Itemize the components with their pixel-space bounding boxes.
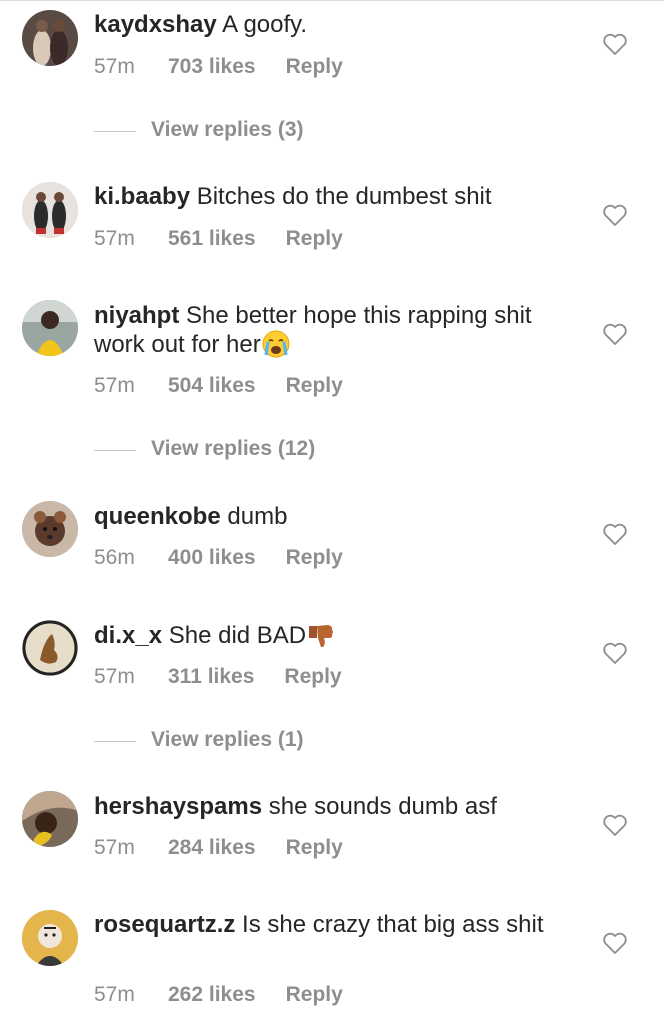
view-replies-button[interactable]: View replies (3)	[94, 118, 494, 144]
heart-outline-icon[interactable]	[602, 813, 628, 837]
like-count[interactable]: 400 likes	[168, 546, 256, 570]
replies-divider	[94, 741, 136, 742]
reply-button[interactable]: Reply	[286, 227, 343, 251]
username-link[interactable]: hershayspams	[94, 793, 262, 820]
comment-body: Is she crazy that big ass shit	[242, 911, 544, 938]
avatar[interactable]	[22, 910, 78, 966]
username-link[interactable]: di.x_x	[94, 622, 162, 649]
reply-button[interactable]: Reply	[286, 983, 343, 1007]
comment-text: hershayspams she sounds dumb asf	[94, 792, 574, 821]
comment-time: 57m	[94, 55, 135, 78]
view-replies-button[interactable]: View replies (12)	[94, 437, 494, 463]
comment-time: 57m	[94, 665, 135, 688]
avatar[interactable]	[22, 501, 78, 557]
avatar[interactable]	[22, 10, 78, 66]
comment-body: dumb	[227, 503, 288, 530]
reply-button[interactable]: Reply	[286, 374, 343, 398]
reply-button[interactable]: Reply	[284, 665, 341, 689]
comment-time: 57m	[94, 227, 135, 250]
username-link[interactable]: niyahpt	[94, 302, 179, 329]
comment-time: 57m	[94, 374, 135, 397]
avatar[interactable]	[22, 300, 78, 356]
comment-text: ki.baaby Bitches do the dumbest shit	[94, 182, 574, 211]
replies-divider	[94, 450, 136, 451]
avatar[interactable]	[22, 791, 78, 847]
comment-time: 56m	[94, 546, 135, 569]
top-divider	[0, 0, 664, 1]
heart-outline-icon[interactable]	[602, 322, 628, 346]
like-count[interactable]: 284 likes	[168, 836, 256, 860]
heart-outline-icon[interactable]	[602, 522, 628, 546]
username-link[interactable]: rosequartz.z	[94, 911, 235, 938]
comment-text: kaydxshay A goofy.	[94, 10, 574, 39]
view-replies-label[interactable]: View replies (12)	[151, 437, 315, 461]
thumbs-down-emoji	[306, 620, 336, 650]
like-count[interactable]: 703 likes	[168, 55, 256, 79]
like-count[interactable]: 262 likes	[168, 983, 256, 1007]
avatar[interactable]	[22, 620, 78, 676]
heart-outline-icon[interactable]	[602, 203, 628, 227]
crying-face-emoji	[261, 329, 291, 359]
comment-text: rosequartz.z Is she crazy that big ass s…	[94, 910, 574, 939]
comment-body: A goofy.	[222, 11, 308, 38]
view-replies-label[interactable]: View replies (3)	[151, 118, 304, 142]
view-replies-button[interactable]: View replies (1)	[94, 728, 494, 754]
username-link[interactable]: queenkobe	[94, 503, 221, 530]
like-count[interactable]: 561 likes	[168, 227, 256, 251]
comment-text: niyahpt She better hope this rapping shi…	[94, 301, 574, 359]
reply-button[interactable]: Reply	[286, 836, 343, 860]
comment-body: She did BAD	[168, 622, 307, 649]
comment-time: 57m	[94, 983, 135, 1006]
username-link[interactable]: kaydxshay	[94, 11, 217, 38]
like-count[interactable]: 311 likes	[168, 665, 254, 689]
like-count[interactable]: 504 likes	[168, 374, 256, 398]
avatar[interactable]	[22, 182, 78, 238]
heart-outline-icon[interactable]	[602, 641, 628, 665]
username-link[interactable]: ki.baaby	[94, 183, 190, 210]
reply-button[interactable]: Reply	[286, 55, 343, 79]
reply-button[interactable]: Reply	[286, 546, 343, 570]
comment-text: di.x_x She did BAD	[94, 621, 574, 650]
heart-outline-icon[interactable]	[602, 32, 628, 56]
comment-time: 57m	[94, 836, 135, 859]
comment-text: queenkobe dumb	[94, 502, 574, 531]
view-replies-label[interactable]: View replies (1)	[151, 728, 304, 752]
replies-divider	[94, 131, 136, 132]
comment-body: Bitches do the dumbest shit	[196, 183, 492, 210]
heart-outline-icon[interactable]	[602, 931, 628, 955]
comment-body: she sounds dumb asf	[268, 793, 497, 820]
